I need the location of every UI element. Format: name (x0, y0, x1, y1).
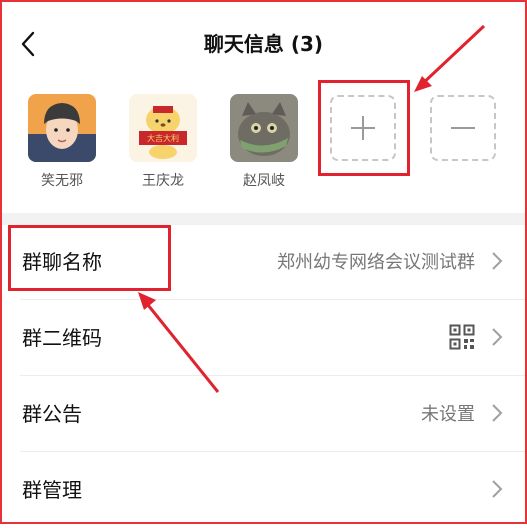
annotation-arrows (138, 24, 486, 393)
